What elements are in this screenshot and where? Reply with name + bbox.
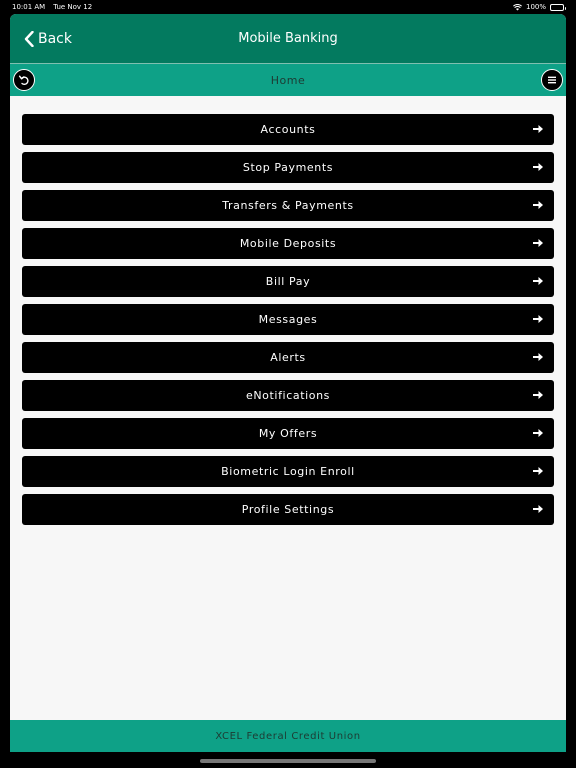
arrow-right-icon: [533, 391, 543, 399]
menu-item-label: Mobile Deposits: [239, 237, 337, 250]
back-label: Back: [38, 31, 72, 47]
menu-item-enotifications[interactable]: eNotifications: [22, 380, 554, 411]
menu-item-mobile-deposits[interactable]: Mobile Deposits: [22, 228, 554, 259]
footer: XCEL Federal Credit Union: [10, 720, 566, 752]
arrow-right-icon: [533, 353, 543, 361]
undo-button[interactable]: [13, 69, 35, 91]
status-time: 10:01 AM: [12, 3, 46, 11]
menu-item-bill-pay[interactable]: Bill Pay: [22, 266, 554, 297]
home-indicator[interactable]: [200, 759, 376, 763]
menu-item-stop-payments[interactable]: Stop Payments: [22, 152, 554, 183]
menu-item-transfers-payments[interactable]: Transfers & Payments: [22, 190, 554, 221]
menu-item-alerts[interactable]: Alerts: [22, 342, 554, 373]
arrow-right-icon: [533, 201, 543, 209]
menu-item-label: Alerts: [270, 351, 306, 364]
menu-item-label: Accounts: [260, 123, 316, 136]
hamburger-menu-icon: [548, 76, 556, 84]
menu-item-label: Bill Pay: [265, 275, 311, 288]
battery-icon: [550, 3, 566, 11]
menu-item-label: Profile Settings: [241, 503, 335, 516]
arrow-right-icon: [533, 505, 543, 513]
footer-text: XCEL Federal Credit Union: [215, 730, 361, 742]
arrow-right-icon: [533, 315, 543, 323]
menu-item-messages[interactable]: Messages: [22, 304, 554, 335]
arrow-right-icon: [533, 277, 543, 285]
menu-item-label: Messages: [258, 313, 318, 326]
back-button[interactable]: Back: [24, 14, 72, 64]
chevron-left-icon: [24, 31, 34, 47]
menu-item-accounts[interactable]: Accounts: [22, 114, 554, 145]
menu-item-label: Stop Payments: [242, 161, 334, 174]
arrow-right-icon: [533, 125, 543, 133]
menu-item-my-offers[interactable]: My Offers: [22, 418, 554, 449]
battery-percent: 100%: [525, 3, 546, 11]
arrow-right-icon: [533, 239, 543, 247]
wifi-icon: [512, 3, 522, 10]
menu-item-label: Biometric Login Enroll: [221, 465, 355, 478]
arrow-right-icon: [533, 467, 543, 475]
menu-button[interactable]: [541, 69, 563, 91]
sub-nav-bar: Home: [10, 64, 566, 96]
section-title: Home: [270, 73, 306, 87]
status-bar: 10:01 AM Tue Nov 12 100%: [0, 0, 576, 14]
status-date: Tue Nov 12: [53, 3, 93, 11]
arrow-right-icon: [533, 429, 543, 437]
menu-item-biometric-login-enroll[interactable]: Biometric Login Enroll: [22, 456, 554, 487]
app-window: Back Mobile Banking Home Accounts Stop P…: [10, 14, 566, 752]
menu-item-label: My Offers: [258, 427, 318, 440]
undo-icon: [18, 75, 29, 85]
status-right: 100%: [512, 3, 566, 11]
nav-bar: Back Mobile Banking: [10, 14, 566, 64]
arrow-right-icon: [533, 163, 543, 171]
menu-list: Accounts Stop Payments Transfers & Payme…: [10, 96, 566, 525]
menu-item-profile-settings[interactable]: Profile Settings: [22, 494, 554, 525]
menu-item-label: Transfers & Payments: [222, 199, 354, 212]
menu-item-label: eNotifications: [245, 389, 330, 402]
page-title: Mobile Banking: [238, 31, 338, 46]
